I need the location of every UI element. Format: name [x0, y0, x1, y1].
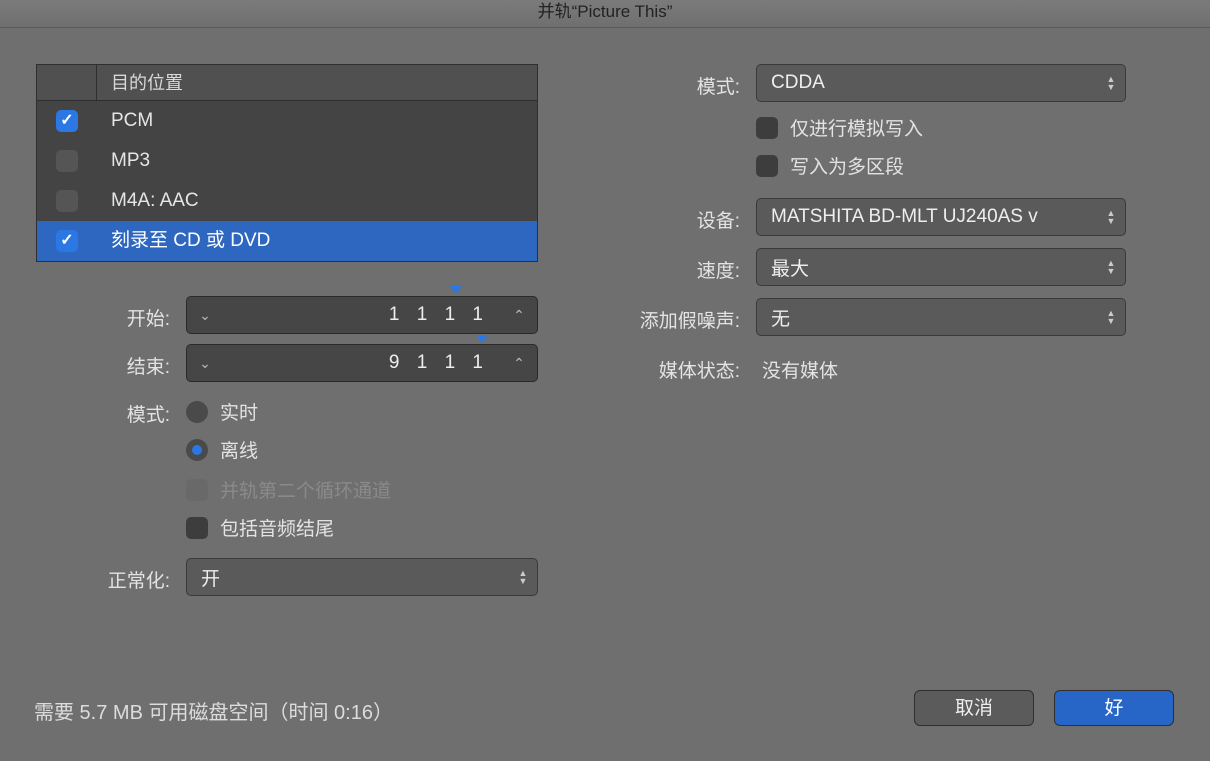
checkbox-icon[interactable]: [756, 117, 778, 139]
checkbox-m4a[interactable]: [56, 190, 78, 212]
updown-icon[interactable]: ▲▼: [509, 569, 537, 585]
checkbox-mp3[interactable]: [56, 150, 78, 172]
end-value[interactable]: 9 1 1 1: [223, 352, 501, 374]
speed-dropdown[interactable]: 最大 ▲▼: [756, 248, 1126, 286]
destination-row-m4a[interactable]: M4A: AAC: [37, 181, 537, 221]
dither-value: 无: [757, 304, 1097, 331]
checkbox-include-tail[interactable]: 包括音频结尾: [186, 514, 334, 541]
checkbox-multisession[interactable]: 写入为多区段: [756, 152, 904, 179]
second-cycle-label: 并轨第二个循环通道: [220, 476, 391, 503]
radio-realtime[interactable]: 实时: [186, 398, 258, 425]
checkbox-icon[interactable]: [186, 517, 208, 539]
destination-row-label: MP3: [97, 141, 150, 181]
updown-icon[interactable]: ▲▼: [1097, 309, 1125, 325]
destination-row-burn[interactable]: 刻录至 CD 或 DVD: [37, 221, 537, 261]
dither-label: 添加假噪声:: [560, 306, 740, 333]
destination-header: 目的位置: [37, 65, 537, 101]
ok-button[interactable]: 好: [1054, 690, 1174, 726]
burn-mode-label: 模式:: [600, 72, 740, 99]
checkbox-simulate[interactable]: 仅进行模拟写入: [756, 114, 923, 141]
normalize-label: 正常化:: [40, 566, 170, 593]
normalize-dropdown[interactable]: 开 ▲▼: [186, 558, 538, 596]
bounce-mode-label: 模式:: [60, 400, 170, 427]
destination-row-label: 刻录至 CD 或 DVD: [97, 221, 270, 261]
footer-status: 需要 5.7 MB 可用磁盘空间（时间 0:16）: [34, 696, 393, 725]
window-titlebar: 并轨“Picture This”: [0, 0, 1210, 28]
speed-label: 速度:: [600, 256, 740, 283]
destination-table: 目的位置 PCM MP3 M4A: AAC 刻录至 CD 或 DVD: [36, 64, 538, 262]
multisession-label: 写入为多区段: [790, 152, 904, 179]
destination-row-label: PCM: [97, 101, 153, 141]
radio-offline-label: 离线: [220, 436, 258, 463]
updown-icon[interactable]: ▲▼: [1097, 75, 1125, 91]
include-tail-label: 包括音频结尾: [220, 514, 334, 541]
destination-row-pcm[interactable]: PCM: [37, 101, 537, 141]
checkbox-pcm[interactable]: [56, 110, 78, 132]
window-title: 并轨“Picture This”: [538, 2, 673, 21]
media-state-value: 没有媒体: [762, 356, 838, 383]
playhead-marker-icon: [450, 286, 462, 294]
cancel-button[interactable]: 取消: [914, 690, 1034, 726]
start-value[interactable]: 1 1 1 1: [223, 304, 501, 326]
radio-icon[interactable]: [186, 401, 208, 423]
content-area: 目的位置 PCM MP3 M4A: AAC 刻录至 CD 或 DVD 开始: ⌄…: [0, 28, 1210, 761]
updown-icon[interactable]: ▲▼: [1097, 259, 1125, 275]
burn-mode-dropdown[interactable]: CDDA ▲▼: [756, 64, 1126, 102]
end-label: 结束:: [60, 352, 170, 379]
simulate-label: 仅进行模拟写入: [790, 114, 923, 141]
updown-icon[interactable]: ▲▼: [1097, 209, 1125, 225]
burn-mode-value: CDDA: [757, 72, 1097, 94]
start-stepper[interactable]: ⌄ 1 1 1 1 ⌃: [186, 296, 538, 334]
device-value: MATSHITA BD-MLT UJ240AS v: [757, 206, 1097, 228]
radio-offline[interactable]: 离线: [186, 436, 258, 463]
dither-dropdown[interactable]: 无 ▲▼: [756, 298, 1126, 336]
device-label: 设备:: [600, 206, 740, 233]
destination-row-label: M4A: AAC: [97, 181, 199, 221]
checkbox-burn[interactable]: [56, 230, 78, 252]
playhead-marker-icon: [476, 335, 488, 343]
destination-header-label: 目的位置: [97, 65, 183, 100]
radio-realtime-label: 实时: [220, 398, 258, 425]
start-label: 开始:: [60, 304, 170, 331]
destination-row-mp3[interactable]: MP3: [37, 141, 537, 181]
destination-header-checkbox-col: [37, 65, 97, 100]
checkbox-second-cycle: 并轨第二个循环通道: [186, 476, 391, 503]
chevron-down-icon[interactable]: ⌄: [187, 307, 223, 324]
ok-button-label: 好: [1104, 698, 1123, 719]
chevron-up-icon[interactable]: ⌃: [501, 307, 537, 324]
checkbox-icon[interactable]: [756, 155, 778, 177]
device-dropdown[interactable]: MATSHITA BD-MLT UJ240AS v ▲▼: [756, 198, 1126, 236]
chevron-down-icon[interactable]: ⌄: [187, 355, 223, 372]
chevron-up-icon[interactable]: ⌃: [501, 355, 537, 372]
speed-value: 最大: [757, 254, 1097, 281]
end-stepper[interactable]: ⌄ 9 1 1 1 ⌃: [186, 344, 538, 382]
media-state-label: 媒体状态:: [560, 356, 740, 383]
normalize-value: 开: [187, 564, 509, 591]
radio-icon[interactable]: [186, 439, 208, 461]
cancel-button-label: 取消: [955, 698, 993, 719]
checkbox-icon: [186, 479, 208, 501]
